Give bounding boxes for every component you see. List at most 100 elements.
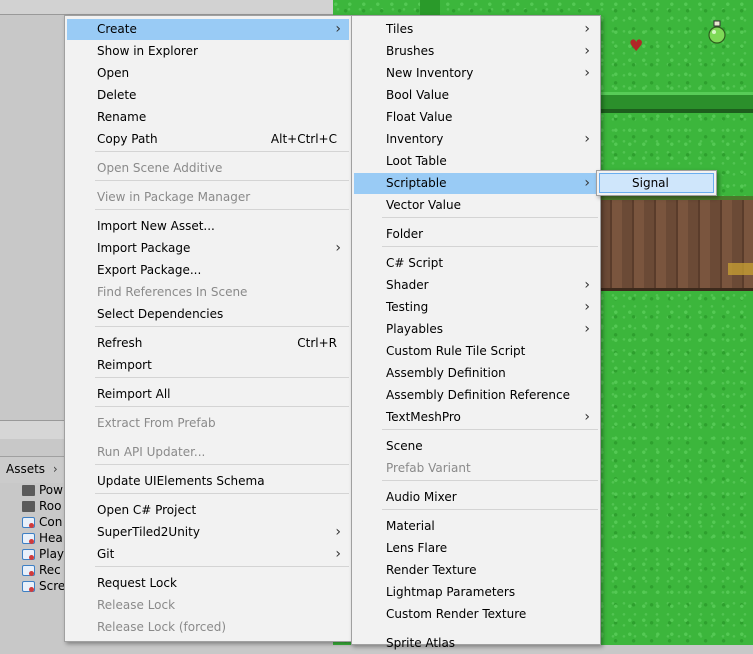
- menu-item-label: Import New Asset...: [97, 219, 215, 233]
- asset-list-item[interactable]: Play: [22, 546, 65, 562]
- create-item-bool-value[interactable]: Bool Value: [354, 85, 598, 106]
- create-item-lightmap-parameters[interactable]: Lightmap Parameters: [354, 582, 598, 603]
- chevron-right-icon: ›: [52, 462, 58, 476]
- create-item-audio-mixer[interactable]: Audio Mixer: [354, 487, 598, 508]
- menu-item-label: Audio Mixer: [386, 490, 457, 504]
- chevron-right-icon: ›: [335, 21, 341, 37]
- context-menu: Create › Show in Explorer Open Delete Rename C…: [64, 15, 352, 642]
- chevron-right-icon: ›: [584, 277, 590, 293]
- menu-item-git[interactable]: Git ›: [67, 544, 349, 565]
- chevron-right-icon: ›: [335, 240, 341, 256]
- create-item-new-inventory[interactable]: New Inventory ›: [354, 63, 598, 84]
- create-item-vector-value[interactable]: Vector Value: [354, 195, 598, 216]
- menu-item-update-uielements-schema[interactable]: Update UIElements Schema: [67, 471, 349, 492]
- menu-item-extract-from-prefab: Extract From Prefab: [67, 413, 349, 434]
- asset-label: Scre: [39, 579, 66, 593]
- menu-item-reimport-all[interactable]: Reimport All: [67, 384, 349, 405]
- menu-separator: [95, 209, 349, 210]
- menu-item-import-package[interactable]: Import Package ›: [67, 238, 349, 259]
- scene-marker: [728, 263, 753, 275]
- asset-list-item[interactable]: Scre: [22, 578, 65, 594]
- menu-item-label: Find References In Scene: [97, 285, 248, 299]
- menu-item-label: New Inventory: [386, 66, 474, 80]
- menu-item-label: Lens Flare: [386, 541, 448, 555]
- asset-label: Hea: [39, 531, 63, 545]
- create-item-tiles[interactable]: Tiles ›: [354, 19, 598, 40]
- create-item-custom-render-texture[interactable]: Custom Render Texture: [354, 604, 598, 625]
- menu-item-label: Loot Table: [386, 154, 447, 168]
- menu-separator: [95, 406, 349, 407]
- create-item-loot-table[interactable]: Loot Table: [354, 151, 598, 172]
- menu-item-supertiled2unity[interactable]: SuperTiled2Unity ›: [67, 522, 349, 543]
- create-item-shader[interactable]: Shader ›: [354, 275, 598, 296]
- menu-item-delete[interactable]: Delete: [67, 85, 349, 106]
- menu-item-label: Extract From Prefab: [97, 416, 216, 430]
- menu-item-label: Custom Render Texture: [386, 607, 527, 621]
- menu-item-label: Vector Value: [386, 198, 462, 212]
- create-item-scene[interactable]: Scene: [354, 436, 598, 457]
- create-item-playables[interactable]: Playables ›: [354, 319, 598, 340]
- menu-item-label: Import Package: [97, 241, 191, 255]
- menu-item-import-new-asset[interactable]: Import New Asset...: [67, 216, 349, 237]
- menu-item-release-lock-forced: Release Lock (forced): [67, 617, 349, 638]
- asset-list-item[interactable]: Con: [22, 514, 65, 530]
- create-item-brushes[interactable]: Brushes ›: [354, 41, 598, 62]
- create-item-render-texture[interactable]: Render Texture: [354, 560, 598, 581]
- menu-item-label: Assembly Definition: [386, 366, 506, 380]
- asset-list-item[interactable]: Roo: [22, 498, 65, 514]
- create-item-custom-rule-tile-script[interactable]: Custom Rule Tile Script: [354, 341, 598, 362]
- asset-list-item[interactable]: Pow: [22, 482, 65, 498]
- menu-item-rename[interactable]: Rename: [67, 107, 349, 128]
- menu-item-label: Brushes: [386, 44, 435, 58]
- create-item-assembly-definition-reference[interactable]: Assembly Definition Reference: [354, 385, 598, 406]
- chevron-right-icon: ›: [584, 321, 590, 337]
- menu-separator: [95, 566, 349, 567]
- menu-item-label: Bool Value: [386, 88, 450, 102]
- editor-top-strip: [0, 0, 333, 15]
- menu-item-reimport[interactable]: Reimport: [67, 355, 349, 376]
- create-item-assembly-definition[interactable]: Assembly Definition: [354, 363, 598, 384]
- menu-item-label: Render Texture: [386, 563, 477, 577]
- chevron-right-icon: ›: [335, 524, 341, 540]
- menu-item-show-in-explorer[interactable]: Show in Explorer: [67, 41, 349, 62]
- menu-item-create[interactable]: Create ›: [67, 19, 349, 40]
- menu-separator: [382, 509, 598, 510]
- assets-breadcrumb[interactable]: Assets ›: [6, 462, 58, 476]
- create-item-testing[interactable]: Testing ›: [354, 297, 598, 318]
- create-item-textmeshpro[interactable]: TextMeshPro ›: [354, 407, 598, 428]
- create-item-folder[interactable]: Folder: [354, 224, 598, 245]
- scriptable-item-signal[interactable]: Signal: [599, 173, 714, 193]
- menu-item-label: SuperTiled2Unity: [97, 525, 200, 539]
- asset-list-item[interactable]: Rec: [22, 562, 65, 578]
- menu-item-label: Tiles: [386, 22, 414, 36]
- menu-item-select-dependencies[interactable]: Select Dependencies: [67, 304, 349, 325]
- create-item-scriptable[interactable]: Scriptable ›: [354, 173, 598, 194]
- create-item-sprite-atlas[interactable]: Sprite Atlas: [354, 633, 598, 654]
- menu-item-label: Select Dependencies: [97, 307, 224, 321]
- asset-list-item[interactable]: Hea: [22, 530, 65, 546]
- asset-label: Con: [39, 515, 63, 529]
- menu-item-request-lock[interactable]: Request Lock: [67, 573, 349, 594]
- menu-item-export-package[interactable]: Export Package...: [67, 260, 349, 281]
- menu-item-label: View in Package Manager: [97, 190, 251, 204]
- create-item-c-script[interactable]: C# Script: [354, 253, 598, 274]
- menu-item-label: Assembly Definition Reference: [386, 388, 571, 402]
- menu-item-open-c-project[interactable]: Open C# Project: [67, 500, 349, 521]
- create-item-lens-flare[interactable]: Lens Flare: [354, 538, 598, 559]
- menu-item-open[interactable]: Open: [67, 63, 349, 84]
- menu-item-refresh[interactable]: Refresh Ctrl+R: [67, 333, 349, 354]
- chevron-right-icon: ›: [584, 409, 590, 425]
- menu-item-copy-path[interactable]: Copy Path Alt+Ctrl+C: [67, 129, 349, 150]
- menu-separator: [95, 493, 349, 494]
- create-item-inventory[interactable]: Inventory ›: [354, 129, 598, 150]
- create-item-float-value[interactable]: Float Value: [354, 107, 598, 128]
- menu-separator: [95, 180, 349, 181]
- create-item-material[interactable]: Material: [354, 516, 598, 537]
- menu-item-label: Export Package...: [97, 263, 202, 277]
- menu-item-view-in-package-manager: View in Package Manager: [67, 187, 349, 208]
- script-asset-icon: [22, 564, 35, 576]
- menu-separator: [95, 464, 349, 465]
- menu-item-label: Open C# Project: [97, 503, 197, 517]
- menu-item-find-references-in-scene: Find References In Scene: [67, 282, 349, 303]
- chevron-right-icon: ›: [584, 175, 590, 191]
